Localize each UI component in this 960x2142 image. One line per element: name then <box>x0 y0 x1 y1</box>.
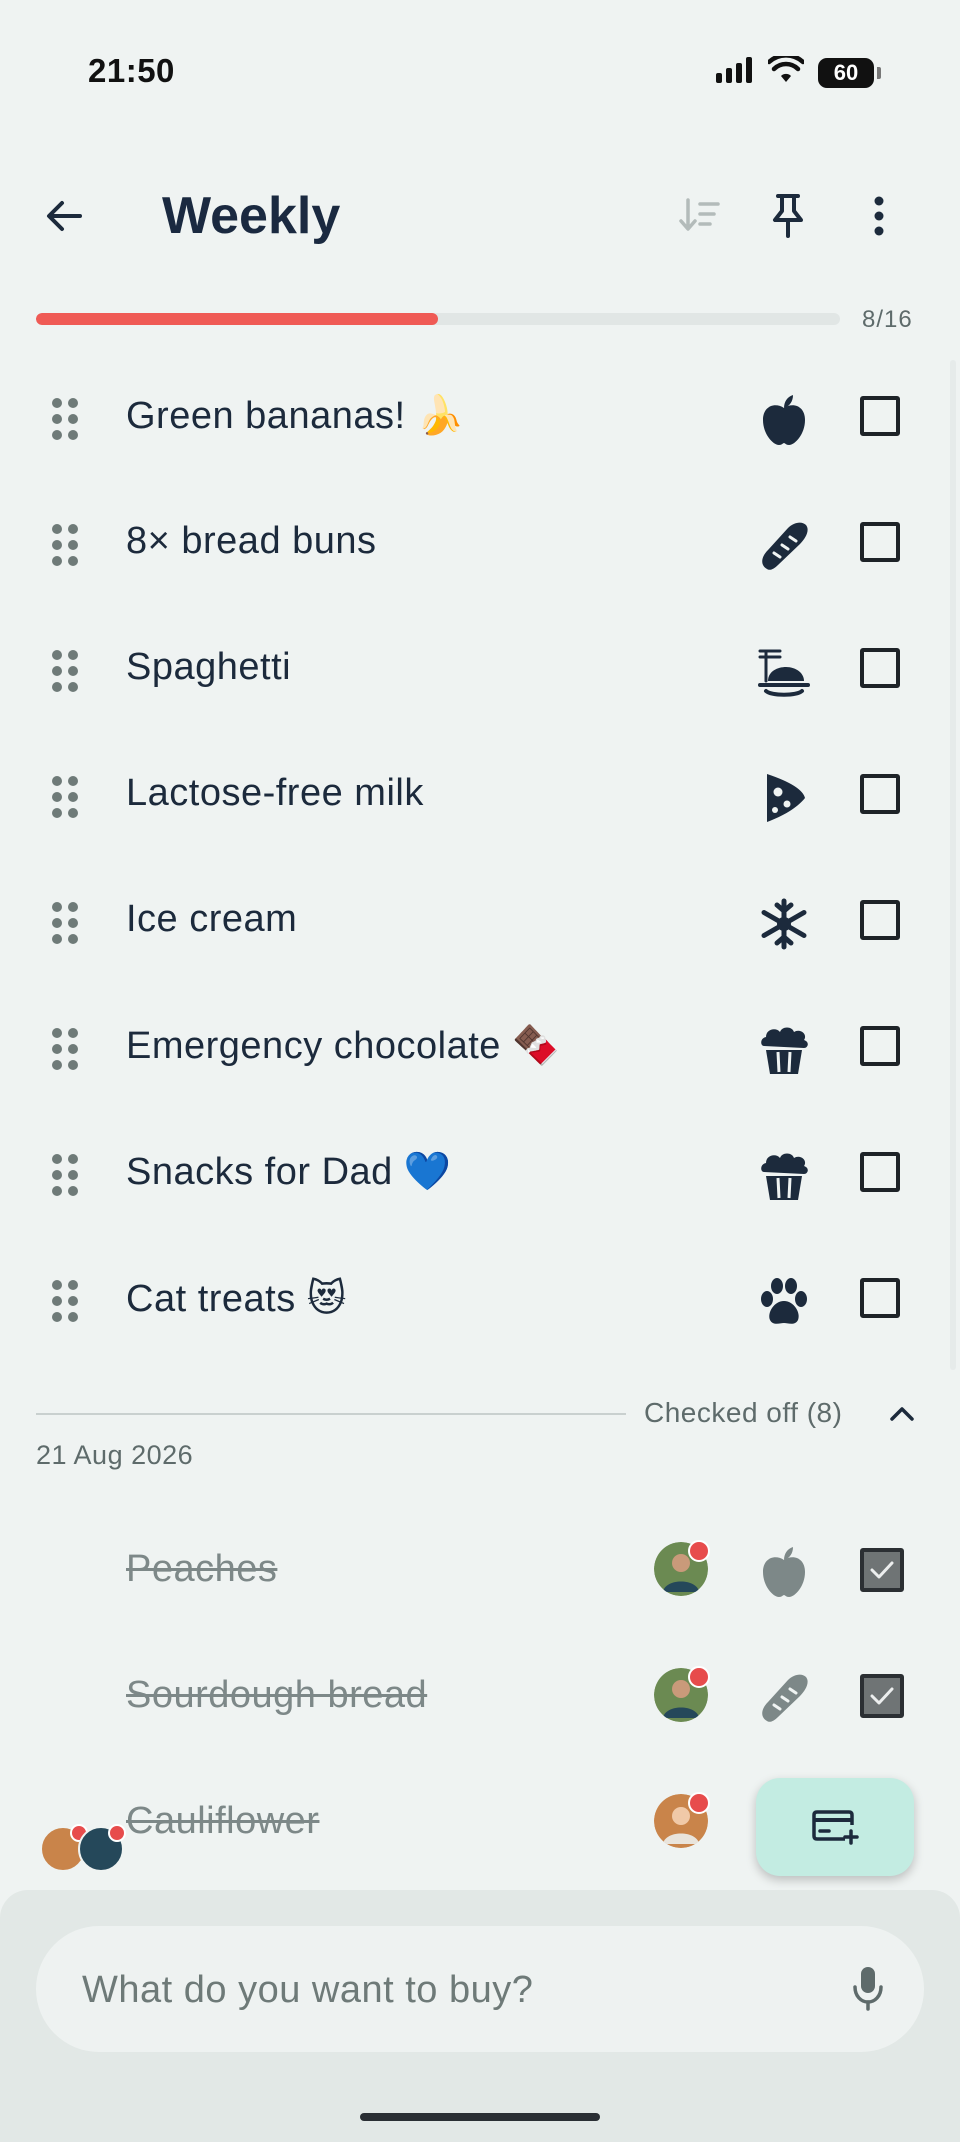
item-label: 8× bread buns <box>126 520 377 562</box>
pasta-icon[interactable] <box>756 644 812 700</box>
progress-bar <box>36 313 840 325</box>
drag-handle[interactable] <box>52 524 78 566</box>
wifi-icon <box>766 53 806 89</box>
item-checkbox[interactable] <box>860 648 900 688</box>
status-bar: 21:50 60 <box>0 0 960 150</box>
item-label: Snacks for Dad 💙 <box>126 1151 452 1193</box>
add-item-bar[interactable] <box>36 1926 924 2052</box>
member-avatar-man <box>78 1824 126 1872</box>
list-item[interactable]: Spaghetti <box>0 608 960 734</box>
list-item[interactable]: Snacks for Dad 💙 <box>0 1112 960 1238</box>
section-divider <box>36 1413 626 1415</box>
list-item[interactable]: Cat treats 😻 <box>0 1238 960 1364</box>
list-item[interactable]: Lactose-free milk <box>0 734 960 860</box>
add-card-icon <box>812 1810 859 1845</box>
back-arrow-icon <box>47 201 82 231</box>
drag-handle[interactable] <box>52 1028 78 1070</box>
crown-icon <box>688 1666 710 1688</box>
progress-fill <box>36 313 438 325</box>
item-checkbox[interactable] <box>860 1152 900 1192</box>
app-bar: Weekly <box>0 170 960 262</box>
add-item-input[interactable] <box>80 1958 804 2022</box>
drag-handle[interactable] <box>52 902 78 944</box>
drag-handle[interactable] <box>52 1280 78 1322</box>
progress-label: 8/16 <box>862 306 913 333</box>
item-label: Lactose-free milk <box>126 772 424 814</box>
apple-icon[interactable] <box>756 392 812 448</box>
member-avatar-man <box>654 1666 710 1722</box>
baguette-icon[interactable] <box>756 518 812 574</box>
drag-handle[interactable] <box>52 1154 78 1196</box>
crown-icon <box>688 1540 710 1562</box>
baguette-icon[interactable] <box>756 1670 812 1726</box>
list-members[interactable] <box>40 1824 130 1874</box>
drag-handle[interactable] <box>52 650 78 692</box>
home-indicator[interactable] <box>360 2113 600 2121</box>
battery-icon: 60 <box>818 57 881 88</box>
item-checkbox-checked[interactable] <box>860 1548 904 1592</box>
add-card-button[interactable] <box>756 1778 914 1876</box>
item-label: Green bananas! 🍌 <box>126 395 465 437</box>
checked-item[interactable]: Peaches <box>0 1512 960 1638</box>
cheese-icon[interactable] <box>756 770 812 826</box>
sort-icon <box>679 198 720 231</box>
item-label: Ice cream <box>126 898 298 940</box>
back-button[interactable] <box>32 184 96 248</box>
item-checkbox-checked[interactable] <box>860 1674 904 1718</box>
item-checkbox[interactable] <box>860 1278 900 1318</box>
item-label: Cat treats 😻 <box>126 1278 347 1320</box>
item-checkbox[interactable] <box>860 396 900 436</box>
signal-icon <box>716 57 754 88</box>
sort-button[interactable] <box>668 184 732 248</box>
drag-handle[interactable] <box>52 398 78 440</box>
chevron-up-icon <box>890 1407 914 1421</box>
crown-icon <box>108 1824 126 1842</box>
more-options-button[interactable] <box>847 184 911 248</box>
more-vert-icon <box>874 196 884 236</box>
list-item[interactable]: Green bananas! 🍌 <box>0 356 960 482</box>
status-icons: 60 <box>716 53 881 89</box>
item-label: Emergency chocolate 🍫 <box>126 1025 560 1067</box>
item-label: Cauliflower <box>126 1800 320 1842</box>
member-avatar-woman <box>654 1792 710 1848</box>
item-label: Peaches <box>126 1548 278 1590</box>
checked-item[interactable]: Sourdough bread <box>0 1638 960 1764</box>
list-item[interactable]: 8× bread buns <box>0 482 960 608</box>
item-checkbox[interactable] <box>860 774 900 814</box>
item-checkbox[interactable] <box>860 522 900 562</box>
status-time: 21:50 <box>88 52 175 89</box>
collapse-button[interactable] <box>882 1396 922 1432</box>
cupcake-icon[interactable] <box>756 1022 812 1078</box>
drag-handle[interactable] <box>52 776 78 818</box>
pin-icon <box>773 194 803 238</box>
item-label: Spaghetti <box>126 646 292 688</box>
cupcake-icon[interactable] <box>756 1148 812 1204</box>
item-checkbox[interactable] <box>860 900 900 940</box>
apple-icon[interactable] <box>756 1544 812 1600</box>
checkmark-icon <box>870 1561 894 1579</box>
page-title: Weekly <box>162 187 341 245</box>
snowflake-icon[interactable] <box>756 896 812 952</box>
checked-off-toggle[interactable]: Checked off (8) <box>644 1397 842 1429</box>
pin-button[interactable] <box>756 184 820 248</box>
voice-input-button[interactable] <box>836 1956 900 2020</box>
member-avatar-man <box>654 1540 710 1596</box>
checkmark-icon <box>870 1687 894 1705</box>
list-item[interactable]: Ice cream <box>0 860 960 986</box>
microphone-icon <box>853 1967 883 2011</box>
paw-icon[interactable] <box>756 1274 812 1330</box>
crown-icon <box>688 1792 710 1814</box>
list-item[interactable]: Emergency chocolate 🍫 <box>0 986 960 1112</box>
item-label: Sourdough bread <box>126 1674 428 1716</box>
item-checkbox[interactable] <box>860 1026 900 1066</box>
checked-date: 21 Aug 2026 <box>36 1440 194 1470</box>
